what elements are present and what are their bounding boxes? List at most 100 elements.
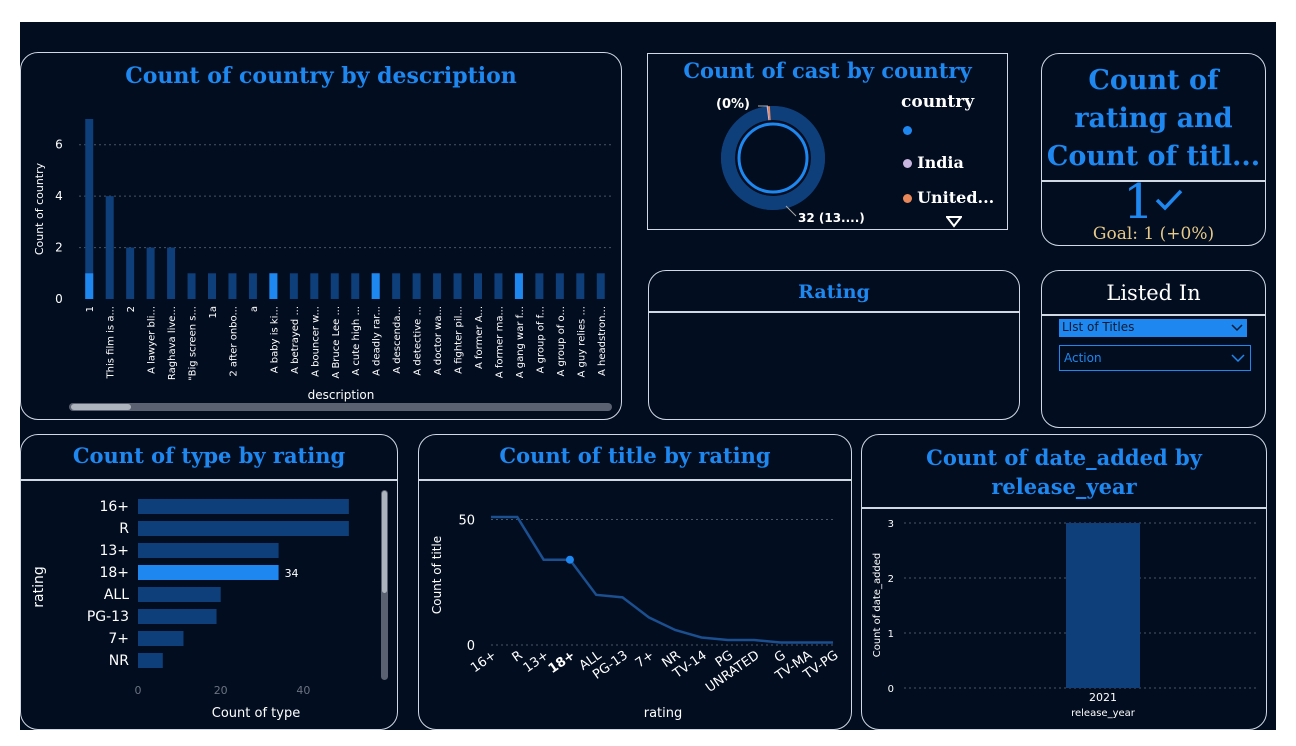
genre-dropdown[interactable]: Action — [1059, 345, 1251, 371]
bar — [289, 273, 298, 299]
type-by-rating-panel[interactable]: Count of type by rating 16+ R 13+ 18+ 34 ALL P… — [20, 434, 398, 730]
chevron-down-icon — [1231, 354, 1245, 362]
kpi-title: Count of rating and Count of titl... — [1046, 65, 1261, 172]
dropdown-value: LIst of Titles — [1062, 320, 1135, 334]
donut-inner-ring — [737, 122, 809, 194]
legend-item[interactable]: United... — [903, 188, 994, 207]
list-of-titles-dropdown[interactable]: LIst of Titles — [1059, 319, 1247, 337]
leader-line — [785, 205, 797, 217]
x-tick-label: A group of f... — [535, 306, 546, 373]
bar — [412, 273, 421, 299]
x-tick-label: A deadly rar... — [372, 306, 383, 376]
y-tick-label: 2 — [888, 574, 894, 585]
donut-slice — [721, 106, 825, 210]
legend-item[interactable]: India — [903, 153, 964, 172]
country-by-description-panel[interactable]: Count of country by description 0 2 4 6 Coun… — [20, 52, 622, 420]
x-tick-label: A headstron... — [597, 306, 608, 376]
x-tick-label: 2021 — [1089, 691, 1117, 704]
bar — [138, 565, 279, 580]
y-tick-label: 0 — [888, 684, 894, 695]
x-tick-label: A cute high ... — [351, 306, 362, 376]
bar — [105, 196, 114, 299]
x-tick-label: 1 — [85, 306, 96, 312]
bar — [146, 247, 155, 299]
legend-label: India — [917, 153, 964, 172]
bar — [138, 499, 349, 514]
x-tick-label: A former ma... — [494, 306, 505, 378]
bar — [85, 119, 94, 299]
y-tick-label: 0 — [467, 639, 475, 654]
x-tick-label: 18+ — [546, 648, 578, 677]
listed-in-panel[interactable]: Listed In LIst of Titles Action — [1041, 270, 1266, 428]
y-tick-label: 18+ — [99, 565, 129, 581]
kpi-panel[interactable]: Count of rating and Count of titl... 1 G… — [1041, 53, 1266, 246]
bar — [138, 521, 349, 536]
legend-scroll-down-icon[interactable] — [946, 216, 962, 228]
bar — [138, 653, 163, 668]
x-tick-label: Raghava live... — [167, 306, 178, 380]
checkmark-icon — [1155, 189, 1183, 211]
country-by-description-chart: 0 2 4 6 Count of country 1 This film is a... 2 A… — [33, 119, 611, 402]
vertical-scrollbar[interactable] — [381, 490, 388, 680]
legend-label: United... — [917, 188, 995, 207]
x-tick-label: A lawyer bli... — [147, 306, 158, 374]
rating-slicer-panel[interactable]: Rating — [648, 270, 1020, 420]
x-tick-label: 2 — [126, 306, 137, 312]
y-tick-label: ALL — [104, 587, 129, 603]
data-label: (0%) — [716, 97, 750, 112]
panel-title: Rating — [798, 281, 870, 303]
bar — [392, 273, 401, 299]
y-tick-label: NR — [109, 653, 129, 669]
x-tick-label: 40 — [296, 684, 310, 697]
legend-dot — [903, 126, 912, 135]
x-axis-label: release_year — [1071, 708, 1136, 719]
title-by-rating-panel[interactable]: Count of title by rating 0 50 16+ R 13+ 18+ AL… — [418, 434, 852, 730]
x-tick-label: 20 — [214, 684, 228, 697]
dashboard-canvas: Count of country by description 0 2 4 6 Coun… — [20, 22, 1276, 730]
bar-highlight — [514, 273, 523, 299]
scrollbar-thumb[interactable] — [382, 491, 387, 593]
bar — [576, 273, 585, 299]
bar — [453, 273, 462, 299]
bar — [535, 273, 544, 299]
x-tick-label: UNRATED — [703, 648, 762, 696]
legend-dot — [903, 159, 912, 168]
dropdown-value: Action — [1064, 351, 1102, 365]
x-axis-label: description — [308, 388, 375, 402]
panel-title: Listed In — [1106, 281, 1201, 305]
highlight-point — [565, 555, 574, 564]
scrollbar-thumb[interactable] — [71, 404, 131, 410]
x-tick-label: A baby is ki... — [269, 306, 280, 373]
x-tick-label: A group of o... — [556, 306, 567, 377]
x-tick-label: A Bruce Lee ... — [331, 306, 342, 379]
horizontal-scrollbar[interactable] — [69, 403, 612, 411]
bar — [248, 273, 257, 299]
bar — [138, 543, 279, 558]
y-tick-label: 13+ — [99, 543, 129, 559]
bar — [138, 609, 217, 624]
data-label: 32 (13....) — [798, 211, 865, 225]
cast-by-country-panel[interactable]: Count of cast by country (0%) 32 (13....)… — [647, 53, 1008, 230]
x-tick-label: "Big screen s... — [188, 306, 199, 381]
date-added-by-year-panel[interactable]: Count of date_added by release_year 0123… — [861, 434, 1267, 730]
bar — [138, 631, 184, 646]
y-tick-label: 7+ — [108, 631, 129, 647]
x-tick-label: 13+ — [521, 648, 552, 676]
y-tick-label: 6 — [55, 138, 63, 152]
legend-item[interactable] — [903, 120, 912, 140]
x-tick-label: A betrayed ... — [290, 306, 301, 374]
x-tick-label: A descenda... — [392, 306, 403, 374]
x-axis-label: rating — [644, 706, 683, 721]
x-tick-label: A detective ... — [413, 306, 424, 376]
bar-highlight — [269, 273, 278, 299]
x-tick-label: 1a — [208, 306, 219, 319]
x-axis-label: Count of type — [212, 706, 300, 721]
legend-dot — [903, 194, 912, 203]
chevron-down-icon — [1231, 324, 1243, 332]
bar — [167, 247, 176, 299]
bar — [187, 273, 196, 299]
x-tick-label: A gang war f... — [515, 306, 526, 378]
y-tick-label: 16+ — [99, 499, 129, 515]
data-label: 34 — [285, 567, 299, 580]
series-line — [491, 515, 833, 644]
